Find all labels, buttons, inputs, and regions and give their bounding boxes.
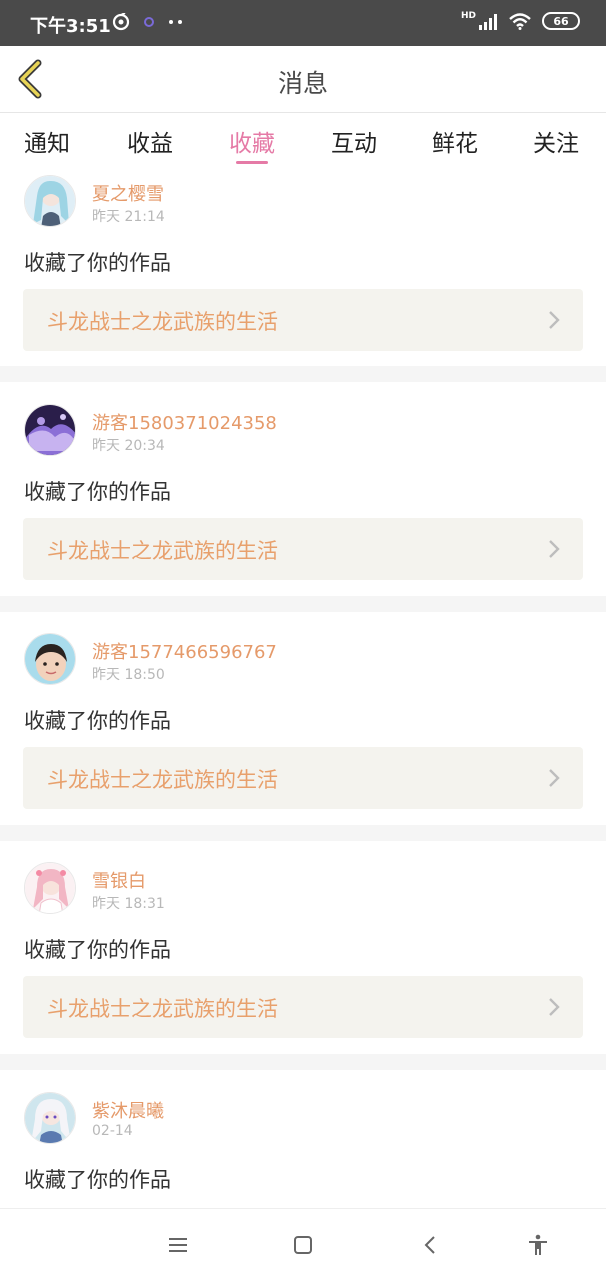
work-link[interactable]: 斗龙战士之龙武族的生活 [23, 747, 583, 809]
status-right: HD 66 [460, 11, 580, 30]
action-text: 收藏了你的作品 [24, 709, 171, 733]
active-tab-indicator [236, 161, 268, 164]
work-title: 斗龙战士之龙武族的生活 [47, 310, 278, 334]
notification-icons [112, 13, 184, 31]
timestamp: 昨天 18:31 [92, 896, 165, 912]
action-text: 收藏了你的作品 [24, 938, 171, 962]
chevron-right-icon [549, 311, 560, 329]
timestamp: 昨天 21:14 [92, 209, 165, 225]
action-text: 收藏了你的作品 [24, 251, 171, 275]
username[interactable]: 游客1577466596767 [92, 638, 277, 664]
app-notification-icon [112, 13, 130, 31]
wifi-icon [509, 13, 531, 30]
tab-following[interactable]: 关注 [533, 124, 579, 158]
tab-earnings[interactable]: 收益 [127, 124, 173, 158]
avatar-image [25, 1093, 75, 1143]
username[interactable]: 游客1580371024358 [92, 409, 277, 435]
tab-flowers[interactable]: 鲜花 [432, 124, 478, 158]
avatar-image [25, 405, 75, 455]
list-item: 紫沐晨曦 02-14 收藏了你的作品 [0, 1070, 606, 1208]
work-link[interactable]: 斗龙战士之龙武族的生活 [23, 289, 583, 351]
system-nav-bar [0, 1208, 606, 1280]
avatar-image [25, 176, 75, 226]
battery-level: 66 [553, 14, 569, 28]
username[interactable]: 雪银白 [92, 867, 146, 893]
list-item: 夏之樱雪 昨天 21:14 收藏了你的作品 斗龙战士之龙武族的生活 [0, 169, 606, 366]
work-title: 斗龙战士之龙武族的生活 [47, 768, 278, 792]
avatar-image [25, 863, 75, 913]
status-time: 下午3:51 [30, 16, 111, 37]
work-title: 斗龙战士之龙武族的生活 [47, 997, 278, 1021]
timestamp: 02-14 [92, 1123, 133, 1139]
tab-notifications[interactable]: 通知 [24, 124, 70, 158]
signal-icon [479, 14, 497, 30]
action-text: 收藏了你的作品 [24, 480, 171, 504]
status-bar: 下午3:51 HD 66 [0, 0, 606, 46]
accessibility-icon[interactable] [526, 1233, 550, 1257]
menu-icon[interactable] [166, 1233, 190, 1257]
avatar[interactable] [24, 1092, 76, 1144]
tab-bar: 通知 收益 收藏 互动 鲜花 关注 [0, 113, 606, 169]
action-text: 收藏了你的作品 [24, 1168, 171, 1192]
app-notification-icon-2 [144, 17, 154, 27]
tab-interactions[interactable]: 互动 [331, 124, 377, 158]
username[interactable]: 夏之樱雪 [92, 180, 164, 206]
username[interactable]: 紫沐晨曦 [92, 1097, 164, 1123]
list-item: 游客1580371024358 昨天 20:34 收藏了你的作品 斗龙战士之龙武… [0, 382, 606, 596]
page-title: 消息 [277, 69, 328, 98]
work-link[interactable]: 斗龙战士之龙武族的生活 [23, 976, 583, 1038]
divider [0, 366, 606, 382]
hd-label: HD [460, 11, 476, 21]
back-icon[interactable] [419, 1233, 443, 1257]
work-link[interactable]: 斗龙战士之龙武族的生活 [23, 518, 583, 580]
avatar[interactable] [24, 862, 76, 914]
battery-icon: 66 [542, 12, 580, 30]
more-notifications-icon [169, 20, 182, 24]
timestamp: 昨天 18:50 [92, 667, 165, 683]
chevron-right-icon [549, 540, 560, 558]
avatar[interactable] [24, 633, 76, 685]
work-title: 斗龙战士之龙武族的生活 [47, 539, 278, 563]
home-square-icon[interactable] [291, 1233, 315, 1257]
list-item: 游客1577466596767 昨天 18:50 收藏了你的作品 斗龙战士之龙武… [0, 612, 606, 825]
timestamp: 昨天 20:34 [92, 438, 165, 454]
chevron-right-icon [549, 769, 560, 787]
avatar-image [25, 634, 75, 684]
avatar[interactable] [24, 404, 76, 456]
divider [0, 825, 606, 841]
message-list[interactable]: 夏之樱雪 昨天 21:14 收藏了你的作品 斗龙战士之龙武族的生活 游客1580… [0, 169, 606, 1208]
tab-favorites[interactable]: 收藏 [229, 124, 275, 158]
divider [0, 596, 606, 612]
divider [0, 1054, 606, 1070]
header: 消息 [0, 46, 606, 113]
avatar[interactable] [24, 175, 76, 227]
list-item: 雪银白 昨天 18:31 收藏了你的作品 斗龙战士之龙武族的生活 [0, 841, 606, 1054]
chevron-right-icon [549, 998, 560, 1016]
